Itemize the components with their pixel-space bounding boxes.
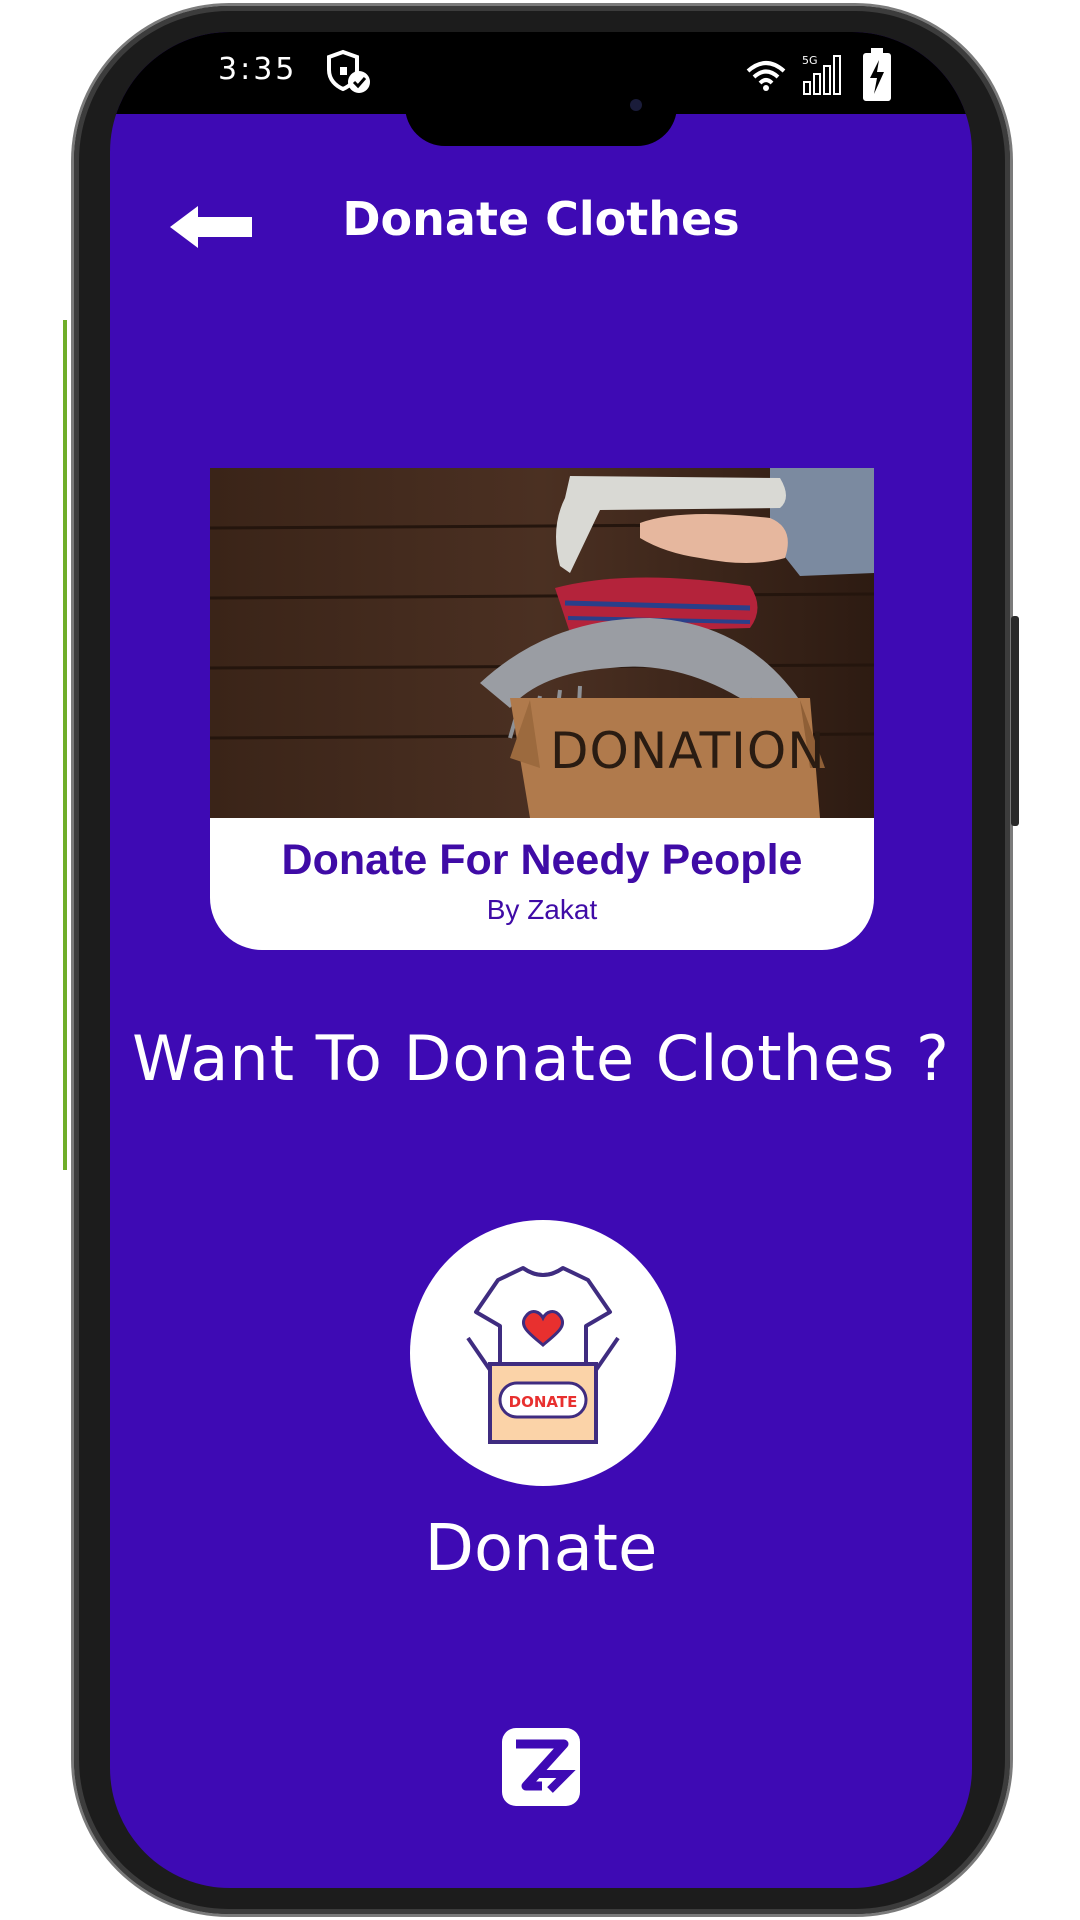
app-header: Donate Clothes — [110, 182, 972, 282]
front-camera — [630, 99, 642, 111]
status-icons: 5G — [744, 48, 892, 102]
card-title: Donate For Needy People — [281, 836, 803, 884]
app-screen: 3:35 5G Donate Clothes DONATION Donate F… — [110, 32, 972, 1888]
campaign-card[interactable]: DONATION Donate For Needy People By Zaka… — [210, 468, 874, 950]
donate-label[interactable]: Donate — [110, 1512, 972, 1586]
camera-notch — [405, 66, 677, 146]
donate-question: Want To Donate Clothes ? — [132, 1022, 950, 1095]
power-button — [1011, 616, 1019, 826]
clothes-donation-box-photo: DONATION — [210, 468, 874, 818]
box-label: DONATION — [550, 722, 826, 780]
page-title: Donate Clothes — [342, 192, 740, 246]
tshirt-donate-box-icon: DONATE — [466, 1266, 620, 1444]
zakat-logo-icon — [502, 1728, 580, 1806]
status-bar: 3:35 5G — [110, 32, 972, 146]
shield-check-icon — [327, 49, 370, 93]
wifi-icon — [746, 61, 786, 91]
decorative-edge — [63, 320, 67, 1170]
donate-button[interactable]: DONATE — [410, 1220, 676, 1486]
5g-signal-icon: 5G — [802, 54, 841, 95]
battery-charging-icon — [863, 48, 891, 101]
network-label: 5G — [802, 54, 818, 67]
card-subtitle: By Zakat — [486, 894, 598, 925]
donate-icon-text: DONATE — [509, 1393, 578, 1411]
status-time: 3:35 — [218, 52, 298, 87]
